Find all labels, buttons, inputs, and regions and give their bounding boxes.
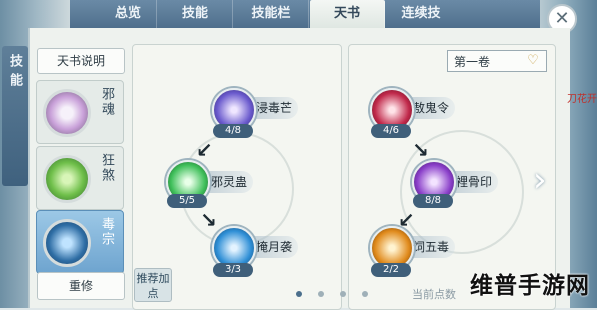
- tab-skill-bar[interactable]: 技能栏: [234, 0, 309, 28]
- tianshu-description-button[interactable]: 天书说明: [37, 48, 125, 74]
- octopus-icon: [43, 219, 91, 267]
- school-name: 邪魂: [99, 87, 114, 117]
- arrow-icon: ↙: [196, 138, 213, 162]
- tab-overview[interactable]: 总览: [100, 0, 157, 28]
- lotus-icon: [43, 89, 91, 137]
- reset-button[interactable]: 重修: [37, 272, 125, 300]
- school-name: 毒宗: [99, 217, 114, 247]
- flame-icon: [43, 155, 91, 203]
- tab-tianshu[interactable]: 天书: [310, 0, 385, 28]
- skill-level: 8/8: [413, 194, 453, 208]
- page-dot[interactable]: [318, 291, 324, 297]
- school-name: 狂煞: [99, 153, 114, 183]
- tab-combo[interactable]: 连续技: [386, 0, 456, 28]
- edge-text: 刀花开: [567, 94, 597, 105]
- site-watermark: 维普手游网: [470, 273, 590, 299]
- skill-level: 5/5: [167, 194, 207, 208]
- skill-level: 4/8: [213, 124, 253, 138]
- skill-level: 3/3: [213, 263, 253, 277]
- next-page-icon[interactable]: ›: [533, 158, 555, 202]
- current-points-label: 当前点数: [412, 288, 456, 301]
- skill-level: 4/6: [371, 124, 411, 138]
- arrow-icon: ↘: [412, 138, 429, 162]
- school-kuangsha[interactable]: 狂煞: [36, 146, 124, 210]
- recommend-points-button[interactable]: 推荐加点: [134, 268, 172, 302]
- school-xiehun[interactable]: 邪魂: [36, 80, 124, 144]
- page-dot[interactable]: [340, 291, 346, 297]
- page-dot[interactable]: [362, 291, 368, 297]
- page-dot[interactable]: [296, 291, 302, 297]
- arrow-icon: ↘: [200, 208, 217, 232]
- skill-level: 2/2: [371, 263, 411, 277]
- tab-skills[interactable]: 技能: [158, 0, 233, 28]
- side-banner-label: 技能: [7, 54, 22, 92]
- school-duzong[interactable]: 毒宗: [36, 210, 124, 274]
- chevron-down-icon[interactable]: ♡: [523, 53, 543, 69]
